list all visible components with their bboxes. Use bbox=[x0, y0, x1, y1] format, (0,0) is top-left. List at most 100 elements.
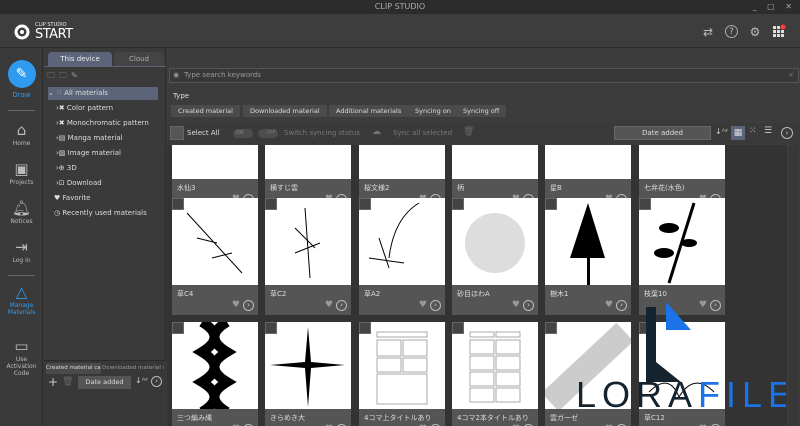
tree-item-download[interactable]: ›⊡ Download bbox=[56, 177, 166, 190]
material-checkbox[interactable] bbox=[452, 198, 464, 210]
folder-action-icons[interactable]: 🗀🗀✎ bbox=[47, 70, 82, 84]
material-card[interactable]: 草C2 ♥ › bbox=[265, 198, 351, 315]
open-details-icon[interactable]: › bbox=[243, 300, 254, 311]
clip-studio-logo-icon bbox=[14, 24, 30, 39]
material-checkbox[interactable] bbox=[359, 198, 371, 210]
material-tree-panel: This device Cloud 🗀🗀✎ ⌄ ⁙ All materials … bbox=[44, 48, 166, 426]
open-details-icon[interactable]: › bbox=[430, 300, 441, 311]
material-name: 雲ガーゼ bbox=[550, 414, 578, 422]
nav-login[interactable]: ⇥ Log in bbox=[0, 237, 43, 264]
open-details-icon[interactable]: › bbox=[336, 300, 347, 311]
sync-icon[interactable]: ⇄ bbox=[700, 24, 716, 40]
large-grid-view-icon[interactable]: ▦ bbox=[731, 126, 745, 140]
material-checkbox[interactable] bbox=[545, 322, 557, 334]
cloud-sync-icon[interactable]: ☁ bbox=[372, 127, 381, 137]
material-thumbnail bbox=[359, 145, 445, 179]
help-icon[interactable]: ? bbox=[725, 25, 738, 38]
tree-item-monochromatic-pattern[interactable]: ›✖ Monochromatic pattern bbox=[56, 117, 166, 130]
material-card[interactable]: きらめき大♥› bbox=[265, 322, 351, 426]
heart-icon[interactable]: ♥ bbox=[232, 300, 240, 310]
material-card[interactable]: 三つ編み縄♥› bbox=[172, 322, 258, 426]
select-all-checkbox[interactable] bbox=[170, 126, 184, 140]
tree-item-3d[interactable]: ›⊕ 3D bbox=[56, 162, 166, 175]
material-card[interactable]: 砂目ほわA ♥ › bbox=[452, 198, 538, 315]
nav-label: Notices bbox=[10, 218, 33, 225]
material-thumbnail bbox=[639, 198, 725, 285]
material-card[interactable]: 4コマ上タイトルあり♥› bbox=[359, 322, 445, 426]
chip-additional-materials[interactable]: Additional materials bbox=[329, 105, 409, 117]
nav-manage-materials[interactable]: △ Manage Materials bbox=[0, 282, 43, 316]
material-card[interactable]: 草A2 ♥ › bbox=[359, 198, 445, 315]
select-all-label: Select All bbox=[187, 129, 220, 137]
sync-off-toggle[interactable]: OFF bbox=[258, 129, 278, 138]
gear-icon[interactable]: ⚙ bbox=[747, 24, 763, 40]
tree-item-manga-material[interactable]: ›▤ Manga material bbox=[56, 132, 166, 145]
grid-scrollbar[interactable] bbox=[789, 145, 799, 426]
nav-label: Home bbox=[12, 140, 31, 147]
heart-icon[interactable]: ♥ bbox=[325, 300, 333, 310]
clear-icon[interactable]: × bbox=[788, 69, 794, 82]
shapes-icon: △ bbox=[15, 283, 28, 301]
material-checkbox[interactable] bbox=[265, 198, 277, 210]
app-logo: CLIP STUDIO START bbox=[12, 22, 73, 41]
chip-created-material[interactable]: Created material bbox=[171, 105, 240, 117]
material-checkbox[interactable] bbox=[545, 198, 557, 210]
chip-downloaded-material[interactable]: Downloaded material bbox=[243, 105, 327, 117]
tab-this-device[interactable]: This device bbox=[48, 52, 112, 66]
brush-icon: ✎ bbox=[7, 60, 36, 88]
search-placeholder: Type search keywords bbox=[184, 71, 261, 79]
nav-notices[interactable]: 🔔︎ Notices bbox=[0, 198, 43, 225]
sort-order-icon[interactable]: ↓ᴬᶻ bbox=[715, 127, 728, 136]
material-card[interactable]: 草C4 ♥ › bbox=[172, 198, 258, 315]
sort-order-icon[interactable]: ↓ᴬᶻ bbox=[135, 376, 148, 385]
sync-on-toggle[interactable]: ON bbox=[233, 129, 253, 138]
nav-draw[interactable]: ✎ Draw bbox=[0, 60, 43, 99]
tree-item-image-material[interactable]: ›▨ Image material bbox=[56, 147, 166, 160]
trash-icon[interactable]: 🗑︎ bbox=[463, 127, 474, 137]
material-card[interactable]: 樹木1 ♥ › bbox=[545, 198, 631, 315]
open-details-icon[interactable]: › bbox=[523, 300, 534, 311]
nav-home[interactable]: ⌂ Home bbox=[0, 120, 43, 147]
material-checkbox[interactable] bbox=[452, 322, 464, 334]
window-controls[interactable]: _ ▢ ✕ bbox=[753, 0, 796, 14]
small-grid-view-icon[interactable]: ⁙ bbox=[749, 126, 757, 136]
material-thumbnail bbox=[545, 145, 631, 179]
heart-icon: ♥ bbox=[54, 194, 61, 202]
nav-label: Log in bbox=[12, 257, 31, 264]
apps-grid-icon[interactable] bbox=[771, 24, 787, 40]
menu-circle-icon[interactable]: › bbox=[781, 127, 793, 139]
material-card[interactable]: 4コマ2本タイトルあり♥› bbox=[452, 322, 538, 426]
list-view-icon[interactable]: ☰ bbox=[764, 126, 772, 136]
material-checkbox[interactable] bbox=[639, 198, 651, 210]
chip-syncing-on[interactable]: Syncing on bbox=[408, 105, 458, 117]
material-checkbox[interactable] bbox=[265, 322, 277, 334]
tree-item-color-pattern[interactable]: ›✖ Color pattern bbox=[56, 102, 166, 115]
tree-item-all-materials[interactable]: ⌄ ⁙ All materials bbox=[48, 87, 158, 100]
bell-icon: 🔔︎ bbox=[11, 199, 32, 217]
tree-item-favorite[interactable]: ♥ Favorite bbox=[54, 192, 164, 205]
tab-cloud[interactable]: Cloud bbox=[114, 52, 164, 66]
sort-select[interactable]: Date added bbox=[614, 126, 711, 140]
material-checkbox[interactable] bbox=[172, 322, 184, 334]
search-input[interactable]: ◉ Type search keywords × bbox=[169, 68, 799, 83]
sync-all-selected-button[interactable]: Sync all selected bbox=[393, 129, 452, 137]
add-icon[interactable]: + bbox=[48, 375, 58, 389]
material-checkbox[interactable] bbox=[172, 198, 184, 210]
chip-syncing-off[interactable]: Syncing off bbox=[456, 105, 507, 117]
heart-icon[interactable]: ♥ bbox=[419, 300, 427, 310]
menu-circle-icon[interactable]: › bbox=[151, 376, 162, 387]
tree-item-recently-used[interactable]: ◷ Recently used materials bbox=[54, 207, 164, 220]
trash-icon[interactable]: 🗑︎ bbox=[62, 377, 73, 387]
material-checkbox[interactable] bbox=[359, 322, 371, 334]
sort-select[interactable]: Date added bbox=[78, 376, 131, 389]
material-card[interactable]: 枝葉10 ♥ › bbox=[639, 198, 725, 315]
material-thumbnail bbox=[545, 198, 631, 285]
nav-projects[interactable]: ▣ Projects bbox=[0, 159, 43, 186]
header: CLIP STUDIO START ⇄ ? ⚙ bbox=[0, 14, 800, 48]
tab-created-material-category[interactable]: Created material ca... bbox=[46, 363, 101, 374]
material-name: 星B bbox=[550, 184, 562, 192]
nav-activation-code[interactable]: ▭ Use Activation Code bbox=[0, 336, 43, 377]
heart-icon[interactable]: ♥ bbox=[512, 300, 520, 310]
tree-label: Recently used materials bbox=[62, 209, 147, 217]
tab-downloaded-material-category[interactable]: Downloaded material ca... bbox=[102, 363, 164, 374]
